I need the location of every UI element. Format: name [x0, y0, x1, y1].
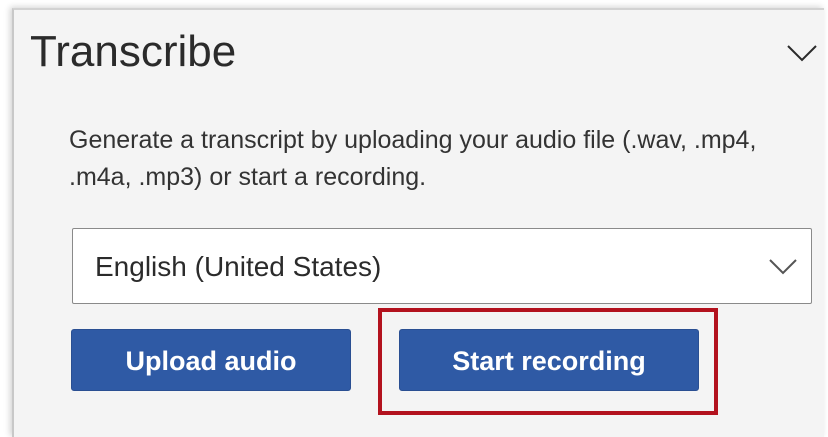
panel-title: Transcribe [30, 27, 237, 76]
transcribe-panel: Transcribe Generate a transcript by uplo… [12, 8, 824, 437]
collapse-button[interactable] [780, 32, 824, 72]
language-select[interactable]: English (United States) [72, 228, 812, 304]
panel-description: Generate a transcript by uploading your … [69, 126, 757, 191]
chevron-down-icon [787, 45, 817, 62]
upload-audio-button[interactable]: Upload audio [71, 329, 351, 391]
chevron-down-icon [769, 259, 797, 275]
language-select-value: English (United States) [95, 251, 382, 282]
start-recording-button[interactable]: Start recording [399, 329, 699, 391]
